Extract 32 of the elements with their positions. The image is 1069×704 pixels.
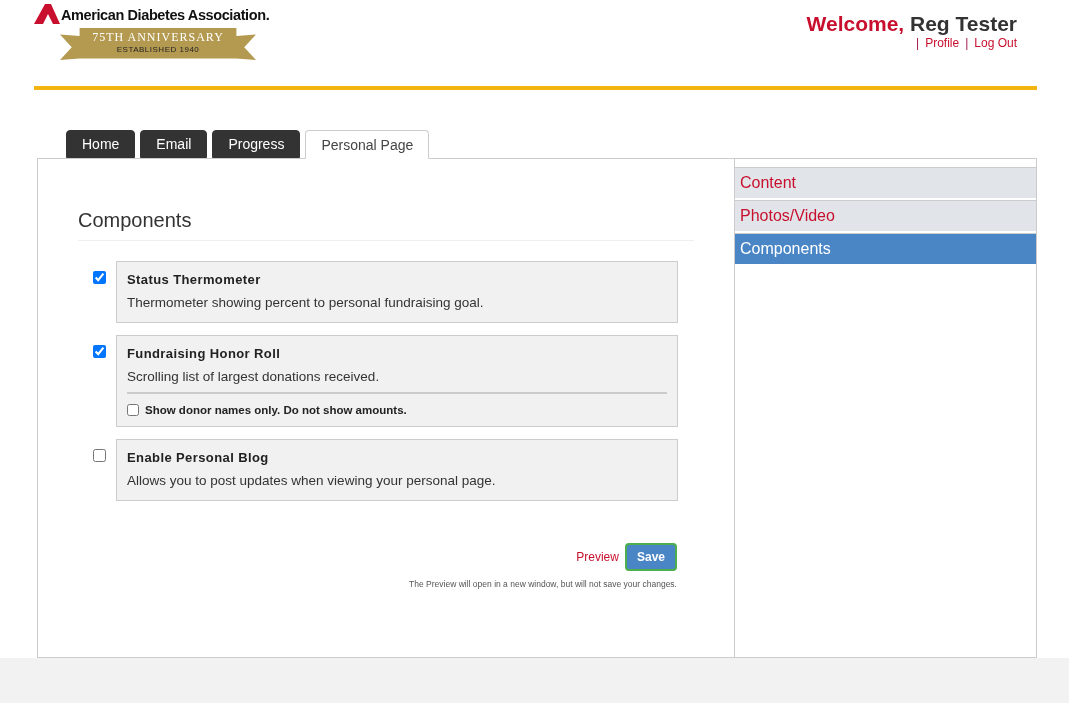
sidebar-item[interactable]: Components [735, 233, 1036, 264]
logo-icon [34, 4, 60, 24]
separator: | [916, 36, 920, 50]
sidebar-item[interactable]: Content [735, 167, 1036, 198]
save-button[interactable]: Save [624, 543, 677, 571]
checkbox[interactable] [93, 449, 106, 462]
established-text: ESTABLISHED 1940 [116, 44, 200, 55]
tab[interactable]: Home [66, 130, 136, 158]
checkbox[interactable] [93, 345, 106, 358]
tab[interactable]: Personal Page [305, 130, 430, 159]
welcome-text: Welcome, [806, 12, 905, 35]
anniversary-text: 75TH ANNIVERSARY [92, 29, 224, 44]
sidebar-item[interactable]: Photos/Video [735, 200, 1036, 231]
component-description: Scrolling list of largest donations received. [127, 368, 381, 386]
tab[interactable]: Progress [212, 130, 301, 158]
preview-link[interactable]: Preview [576, 550, 619, 564]
section-title: Components [78, 209, 694, 241]
preview-note: The Preview will open in a new window, but will not save your changes. [408, 579, 677, 589]
component-description: Allows you to post updates when viewing your personal page. [127, 472, 497, 490]
organization-name: American Diabetes Association. [61, 6, 270, 24]
tab[interactable]: Email [140, 130, 208, 158]
header-link[interactable]: Log Out [974, 36, 1017, 50]
separator: | [965, 36, 969, 50]
user-name: Reg Tester [910, 12, 1017, 35]
header-link[interactable]: Profile [925, 36, 960, 50]
component-title: Enable Personal Blog [127, 449, 270, 466]
component-title: Status Thermometer [127, 271, 262, 288]
checkbox[interactable] [127, 404, 139, 416]
component-title: Fundraising Honor Roll [127, 345, 282, 362]
option-label: Show donor names only. Do not show amounts. [145, 404, 407, 416]
checkbox[interactable] [93, 271, 106, 284]
component-description: Thermometer showing percent to personal fundraising goal. [127, 294, 485, 312]
